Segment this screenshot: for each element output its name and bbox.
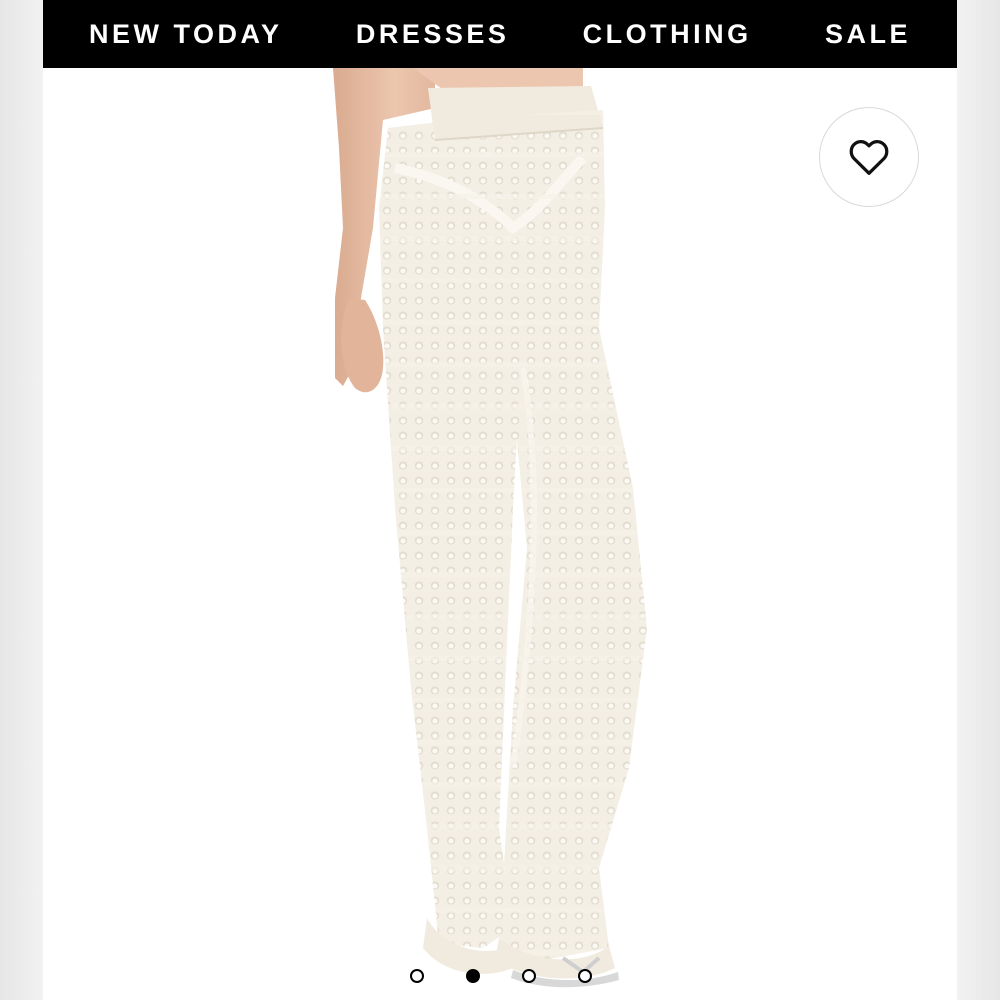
carousel-dot-4[interactable] xyxy=(578,969,592,983)
product-page: NEW TODAY DRESSES CLOTHING SALE xyxy=(0,0,1000,1000)
wishlist-button[interactable] xyxy=(819,107,919,207)
carousel-dot-2[interactable] xyxy=(466,969,480,983)
carousel-dot-3[interactable] xyxy=(522,969,536,983)
heart-outline-icon xyxy=(849,139,889,175)
product-image-gallery[interactable] xyxy=(43,68,957,1000)
top-navigation: NEW TODAY DRESSES CLOTHING SALE xyxy=(43,0,957,68)
nav-item-sale[interactable]: SALE xyxy=(825,19,911,50)
nav-item-dresses[interactable]: DRESSES xyxy=(356,19,510,50)
carousel-dot-1[interactable] xyxy=(410,969,424,983)
nav-item-clothing[interactable]: CLOTHING xyxy=(583,19,752,50)
nav-item-new-today[interactable]: NEW TODAY xyxy=(89,19,283,50)
carousel-pagination xyxy=(43,966,957,990)
product-photo xyxy=(333,68,647,988)
